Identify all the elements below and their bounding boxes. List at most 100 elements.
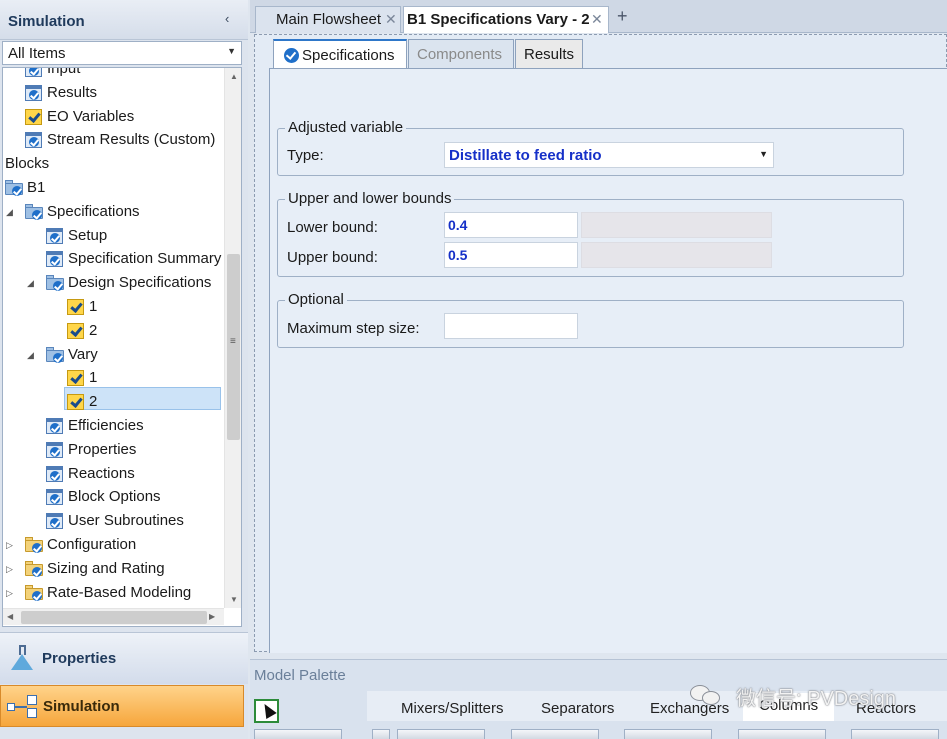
add-tab-icon[interactable]: + — [617, 6, 628, 27]
tab-specifications[interactable]: Specifications — [273, 39, 407, 70]
palette-model-button[interactable] — [738, 729, 826, 739]
chevron-down-icon: ▼ — [759, 149, 768, 159]
scroll-thumb[interactable]: ≡ — [227, 254, 240, 440]
group-title: Upper and lower bounds — [285, 190, 455, 207]
tree-item[interactable]: ▷ Configuration — [3, 534, 223, 556]
folder-yellow-icon — [25, 537, 43, 553]
tab-b1-specifications-vary-2[interactable]: B1 Specifications Vary - 2 ✕ — [403, 6, 609, 33]
tree-item-label: Specifications — [47, 202, 140, 220]
lower-bound-input[interactable]: 0.4 — [444, 212, 578, 238]
document-tab-strip: Main Flowsheet ✕ B1 Specifications Vary … — [250, 0, 947, 33]
properties-nav-label: Properties — [42, 650, 117, 667]
tree-item[interactable]: Results — [3, 82, 223, 104]
collapse-icon[interactable]: ◢ — [27, 344, 34, 366]
tree-item[interactable]: ▷ Rate-Based Modeling — [3, 582, 223, 604]
grip-icon: ≡ — [230, 336, 236, 347]
tree-item[interactable]: Input — [3, 67, 223, 80]
type-label: Type: — [287, 147, 324, 164]
check-circle-icon — [284, 48, 299, 63]
tree-item[interactable]: Efficiencies — [3, 415, 223, 437]
form-icon — [46, 227, 63, 244]
tree-item[interactable]: 1 — [3, 367, 223, 389]
tree-item[interactable]: 1 — [3, 296, 223, 318]
palette-model-button[interactable] — [511, 729, 599, 739]
collapse-pane-button[interactable]: ‹ — [225, 11, 229, 26]
scroll-right-icon[interactable]: ▶ — [209, 612, 215, 621]
collapse-icon[interactable]: ◢ — [27, 272, 34, 294]
tree-item-label: Input — [47, 67, 81, 77]
tree-item-label: Results — [47, 83, 98, 101]
palette-model-button[interactable] — [397, 729, 485, 739]
navigation-tree: Input Results EO Variables Stream Results (… — [2, 67, 242, 627]
tree-horizontal-scrollbar[interactable]: ◀ ▶ — [3, 608, 224, 625]
tree-vertical-scrollbar[interactable]: ▲ ≡ ▼ — [224, 68, 241, 608]
tree-item[interactable]: Properties — [3, 439, 223, 461]
tab-results[interactable]: Results — [515, 39, 583, 69]
scroll-left-icon[interactable]: ◀ — [7, 612, 13, 621]
upper-bound-label: Upper bound: — [287, 249, 378, 266]
tab-label: Components — [417, 46, 503, 63]
expand-icon[interactable]: ▷ — [6, 558, 13, 580]
tree-item[interactable]: Setup — [3, 225, 223, 247]
properties-nav-button[interactable]: Properties — [0, 632, 248, 684]
palette-model-button[interactable] — [254, 729, 342, 739]
type-value: Distillate to feed ratio — [449, 147, 602, 164]
tree-item[interactable]: ◢ Design Specifications — [3, 272, 223, 294]
items-filter-dropdown[interactable]: All Items ▼ — [2, 41, 242, 65]
close-icon[interactable]: ✕ — [385, 11, 397, 28]
upper-bound-units — [581, 242, 772, 268]
tree-item[interactable]: ◢ Specifications — [3, 201, 223, 223]
palette-model-button[interactable] — [851, 729, 939, 739]
tree-item[interactable]: ▷ Sizing and Rating — [3, 558, 223, 580]
document-body: Specifications Components Results Adjust… — [254, 34, 947, 653]
tree-item[interactable]: EO Variables — [3, 106, 223, 128]
expand-icon[interactable]: ▷ — [6, 534, 13, 556]
scroll-down-icon[interactable]: ▼ — [230, 595, 238, 604]
tree-item[interactable]: ◢ Vary — [3, 344, 223, 366]
tree-item[interactable]: 2 — [3, 391, 223, 413]
simulation-nav-button[interactable]: Simulation — [0, 685, 244, 727]
max-step-size-input[interactable] — [444, 313, 578, 339]
tab-components[interactable]: Components — [408, 39, 514, 69]
tree-item[interactable]: Reactions — [3, 463, 223, 485]
tree-item[interactable]: User Subroutines — [3, 510, 223, 532]
spec-check-icon — [25, 108, 42, 125]
palette-title: Model Palette — [254, 667, 346, 684]
palette-model-button[interactable] — [372, 729, 390, 739]
tree-item-label: 2 — [89, 321, 98, 339]
lower-bound-units — [581, 212, 772, 238]
upper-bound-input[interactable]: 0.5 — [444, 242, 578, 268]
folder-check-icon — [25, 203, 43, 220]
navigation-title: Simulation — [8, 13, 85, 30]
type-dropdown[interactable]: Distillate to feed ratio ▼ — [444, 142, 774, 168]
palette-tab-mixers-splitters[interactable]: Mixers/Splitters — [401, 700, 504, 717]
tree-item[interactable]: Stream Results (Custom) — [3, 129, 223, 151]
collapse-icon[interactable]: ◢ — [6, 201, 13, 223]
tree-item[interactable]: 2 — [3, 320, 223, 342]
tree-item-label: Efficiencies — [68, 417, 144, 434]
form-icon — [25, 84, 42, 101]
scroll-thumb[interactable] — [21, 611, 207, 624]
upper-bound-value: 0.5 — [448, 247, 468, 263]
tree-item[interactable]: Blocks — [3, 153, 223, 175]
flask-icon — [11, 645, 33, 671]
lower-bound-label: Lower bound: — [287, 219, 378, 236]
pointer-tool-button[interactable] — [254, 699, 279, 723]
scroll-up-icon[interactable]: ▲ — [230, 72, 238, 81]
close-icon[interactable]: ✕ — [591, 11, 603, 28]
palette-tab-separators[interactable]: Separators — [541, 700, 614, 717]
block-folder-icon — [5, 180, 23, 196]
tree-item-label: Block Options — [68, 488, 161, 506]
tree-item-label: Configuration — [47, 536, 137, 553]
tree-item-label: Rate-Based Modeling — [47, 583, 192, 601]
spec-check-icon — [67, 394, 84, 411]
expand-icon[interactable]: ▷ — [6, 582, 13, 604]
tree-item[interactable]: B1 — [3, 177, 223, 199]
tree-item[interactable]: Block Options — [3, 486, 223, 508]
folder-check-icon — [46, 346, 64, 363]
palette-model-button[interactable] — [624, 729, 712, 739]
tree-item[interactable]: Specification Summary — [3, 248, 223, 270]
tab-label: B1 Specifications Vary - 2 — [407, 11, 590, 28]
form-icon — [46, 251, 63, 268]
tab-main-flowsheet[interactable]: Main Flowsheet ✕ — [255, 6, 401, 33]
